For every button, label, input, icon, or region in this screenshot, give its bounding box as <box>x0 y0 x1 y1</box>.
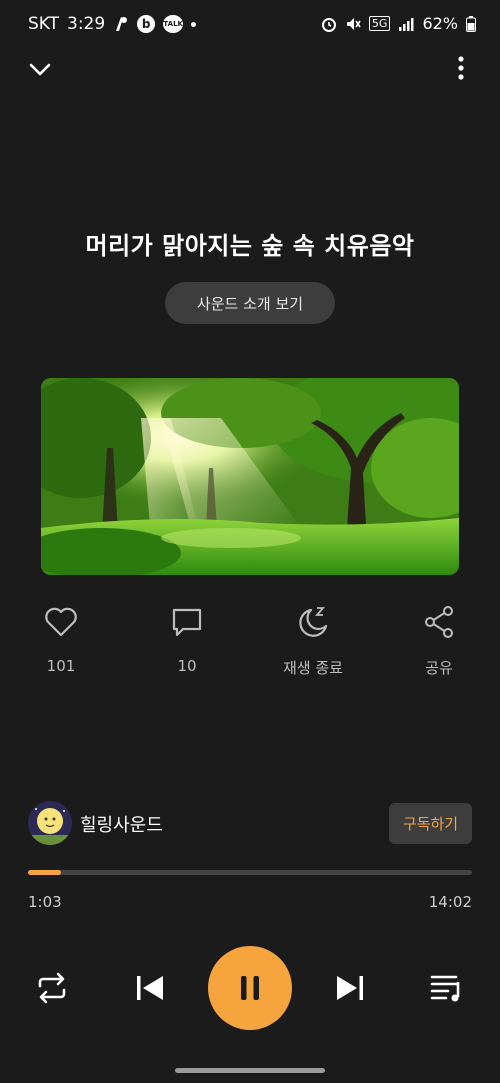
comment-icon[interactable] <box>169 604 205 640</box>
network-label: 5G <box>368 16 391 31</box>
battery-icon <box>466 15 476 32</box>
repeat-icon[interactable] <box>32 968 72 1008</box>
playlist-icon[interactable] <box>428 968 468 1008</box>
previous-track-icon[interactable] <box>130 968 170 1008</box>
avatar-illustration <box>28 801 72 845</box>
progress-bar[interactable] <box>28 870 472 875</box>
carrier-label: SKT <box>28 14 60 34</box>
clock: 3:29 <box>67 14 106 34</box>
sound-intro-button[interactable]: 사운드 소개 보기 <box>165 282 335 324</box>
collapse-chevron-icon[interactable] <box>26 55 54 83</box>
share-icon[interactable] <box>421 604 457 640</box>
next-track-icon[interactable] <box>330 968 370 1008</box>
pause-button[interactable] <box>208 946 292 1030</box>
forest-illustration <box>41 378 459 575</box>
comment-count: 10 <box>177 657 197 675</box>
status-bar: SKT 3:29 b TALK 5G 62% <box>0 0 500 50</box>
home-indicator[interactable] <box>175 1068 325 1073</box>
sleep-timer-label: 재생 종료 <box>283 659 343 677</box>
status-left: SKT 3:29 b TALK <box>28 14 197 34</box>
track-title: 머리가 맑아지는 숲 속 치유음악 <box>85 232 415 260</box>
sleep-timer-action[interactable]: 재생 종료 <box>268 604 358 678</box>
like-action[interactable]: 101 <box>16 604 106 675</box>
mute-icon <box>346 17 361 30</box>
comment-action[interactable]: 10 <box>142 604 232 675</box>
share-label: 공유 <box>425 659 453 677</box>
alarm-icon <box>321 17 336 32</box>
more-options-icon[interactable] <box>448 55 474 81</box>
kakaotalk-icon: TALK <box>163 15 184 33</box>
moon-sleep-icon[interactable] <box>295 604 331 640</box>
status-right: 5G 62% <box>321 14 476 33</box>
heart-icon[interactable] <box>43 604 79 640</box>
cover-image <box>41 378 459 575</box>
battery-percent: 62% <box>422 14 458 33</box>
more-notifications-dot <box>191 21 197 27</box>
pause-icon <box>241 976 259 1000</box>
channel-name[interactable]: 힐링사운드 <box>80 811 163 837</box>
subscribe-button[interactable]: 구독하기 <box>389 803 472 844</box>
progress-fill <box>28 870 62 875</box>
channel-avatar[interactable] <box>28 801 72 845</box>
notification-app-icon <box>116 17 128 31</box>
share-action[interactable]: 공유 <box>394 604 484 678</box>
like-count: 101 <box>46 657 76 675</box>
total-time: 14:02 <box>428 893 472 911</box>
signal-icon <box>399 17 414 31</box>
b-app-icon: b <box>137 15 156 33</box>
current-time: 1:03 <box>28 893 62 911</box>
